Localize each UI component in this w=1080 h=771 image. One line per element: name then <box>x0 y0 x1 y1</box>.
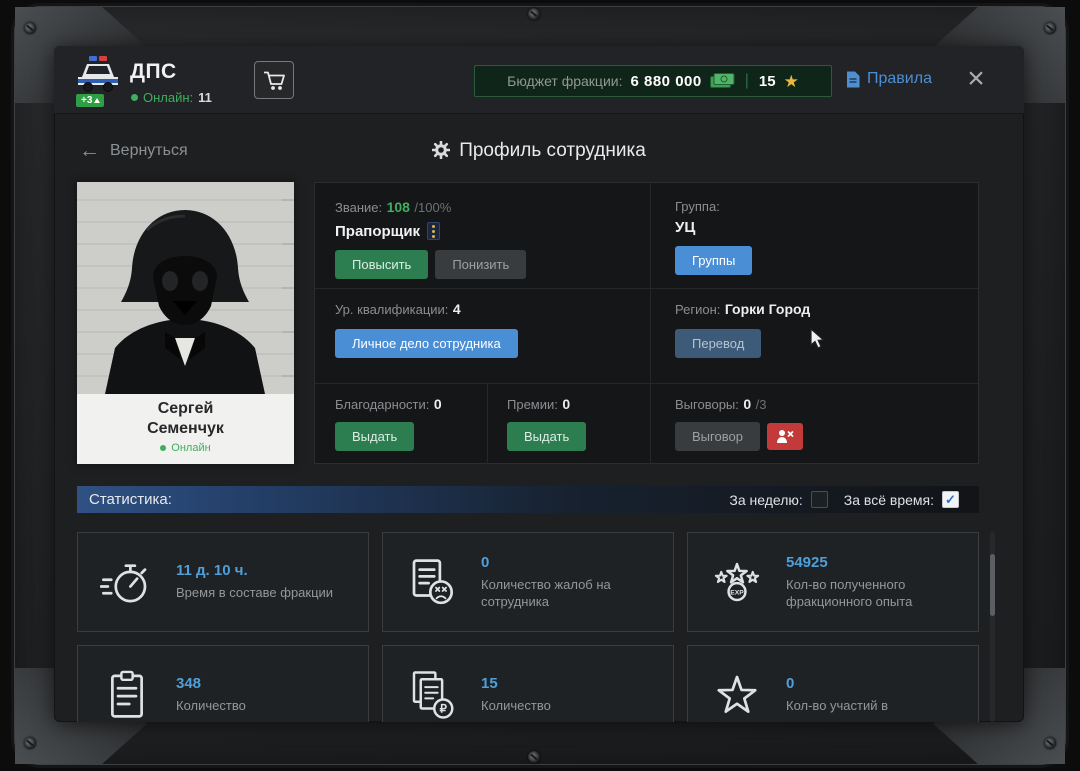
online-dot-icon <box>160 445 167 451</box>
faction-app-screen: +3 ДПС Онлайн: 11 Бюджет фракции: 6 880 … <box>54 46 1024 722</box>
promote-button[interactable]: Повысить <box>335 250 429 279</box>
police-car-icon: +3 <box>74 55 124 107</box>
region-section: Регион: Горки Город Перевод <box>675 301 810 358</box>
reprimand-button[interactable]: Выговор <box>675 422 760 451</box>
employee-photo <box>77 182 294 394</box>
screw-icon <box>1044 22 1056 34</box>
stat-card-complaints: 0 Количество жалоб на сотрудника <box>382 532 674 632</box>
stat-value: 0 <box>481 553 490 571</box>
stat-card-events: 0 Кол-во участий в <box>687 645 979 722</box>
stat-card-salary: ₽ 15 Количество <box>382 645 674 722</box>
complaint-document-icon <box>383 555 481 609</box>
group-section: Группа: УЦ Группы <box>675 199 753 275</box>
svg-text:₽: ₽ <box>440 703 447 715</box>
cart-icon <box>264 71 285 90</box>
star-icon <box>688 668 786 722</box>
rank-section: Звание: 108 /100% Прапорщик Повысить Пон… <box>335 199 527 279</box>
stat-card-reports: 348 Количество <box>77 645 369 722</box>
header: +3 ДПС Онлайн: 11 Бюджет фракции: 6 880 … <box>54 46 1024 114</box>
give-thanks-button[interactable]: Выдать <box>335 422 415 451</box>
groups-button[interactable]: Группы <box>675 246 753 275</box>
stat-card-exp: EXP 54925 Кол-во полученного фракционног… <box>687 532 979 632</box>
separator: | <box>744 72 749 89</box>
money-bills-icon <box>709 73 735 88</box>
stat-value: 0 <box>786 675 795 693</box>
divider <box>650 383 651 465</box>
statistics-header: Статистика: За неделю: ✓ За всё время: ✓ <box>77 486 979 513</box>
stat-label: Количество <box>176 698 246 714</box>
employee-online-status: Онлайн <box>77 442 294 454</box>
screw-icon <box>1044 737 1056 749</box>
exp-stars-icon: EXP <box>688 555 786 609</box>
personal-file-button[interactable]: Личное дело сотрудника <box>335 329 518 358</box>
screw-icon <box>24 22 36 34</box>
stat-value: 54925 <box>786 553 828 571</box>
screw-icon <box>528 751 540 763</box>
star-icon: ★ <box>783 71 799 91</box>
rank-insignia-icon[interactable] <box>427 222 441 240</box>
rules-button[interactable]: Правила <box>846 70 932 88</box>
reprimand-section: Выговоры: 0 /3 Выговор <box>675 396 803 451</box>
faction-name: ДПС <box>130 60 177 83</box>
screw-icon <box>24 737 36 749</box>
give-bonus-button[interactable]: Выдать <box>507 422 587 451</box>
rank-name: Прапорщик <box>335 222 526 240</box>
stat-label: Кол-во полученного фракционного опыта <box>786 576 913 609</box>
faction-budget: Бюджет фракции: 6 880 000 | 15 ★ <box>474 65 832 97</box>
stat-value: 15 <box>481 675 498 693</box>
divider <box>487 383 488 465</box>
online-status: Онлайн: 11 <box>131 90 212 105</box>
demote-button[interactable]: Понизить <box>435 250 527 279</box>
qualification-section: Ур. квалификации: 4 Личное дело сотрудни… <box>335 301 518 358</box>
stat-label: Время в составе фракции <box>176 585 334 601</box>
gear-icon <box>431 140 451 160</box>
clipboard-icon <box>78 668 176 722</box>
employee-name: Сергей Семенчук <box>147 400 224 437</box>
remove-person-icon <box>776 430 794 443</box>
employee-photo-card: Сергей Семенчук Онлайн <box>77 182 294 464</box>
stopwatch-icon <box>78 555 176 609</box>
transfer-button[interactable]: Перевод <box>675 329 762 358</box>
close-button[interactable]: × <box>956 59 996 99</box>
stat-label: Количество жалоб на сотрудника <box>481 576 611 609</box>
page-title: Профиль сотрудника <box>54 140 1024 162</box>
divider <box>315 288 978 289</box>
online-dot-icon <box>131 94 138 101</box>
screw-icon <box>528 8 540 20</box>
stat-value: 11 д. 10 ч. <box>176 562 248 580</box>
employee-info-panel: Звание: 108 /100% Прапорщик Повысить Пон… <box>314 182 979 465</box>
up-arrow-icon <box>94 98 101 103</box>
statistics-filters: За неделю: ✓ За всё время: ✓ <box>729 491 967 508</box>
check-icon: ✓ <box>945 492 956 507</box>
bonus-section: Премии: 0 Выдать <box>507 396 587 451</box>
shop-button[interactable] <box>254 61 294 99</box>
scrollbar-thumb[interactable] <box>990 554 995 616</box>
scrollbar[interactable] <box>990 532 995 722</box>
document-icon <box>847 71 860 87</box>
alltime-checkbox[interactable]: ✓ <box>942 491 959 508</box>
stat-value: 348 <box>176 675 202 693</box>
ruble-documents-icon: ₽ <box>383 668 481 722</box>
statistics-grid: 11 д. 10 ч. Время в составе фракции 0 Ко… <box>77 532 979 722</box>
svg-text:EXP: EXP <box>730 589 744 596</box>
week-checkbox[interactable]: ✓ <box>810 491 828 508</box>
stat-label: Кол-во участий в <box>786 698 889 714</box>
divider <box>650 183 651 383</box>
stat-label: Количество <box>481 698 551 714</box>
close-icon: × <box>967 62 985 95</box>
thanks-section: Благодарности: 0 Выдать <box>335 396 442 451</box>
divider <box>315 383 978 384</box>
member-badge: +3 <box>76 94 105 107</box>
stat-card-time: 11 д. 10 ч. Время в составе фракции <box>77 532 369 632</box>
fire-employee-button[interactable] <box>766 423 803 450</box>
